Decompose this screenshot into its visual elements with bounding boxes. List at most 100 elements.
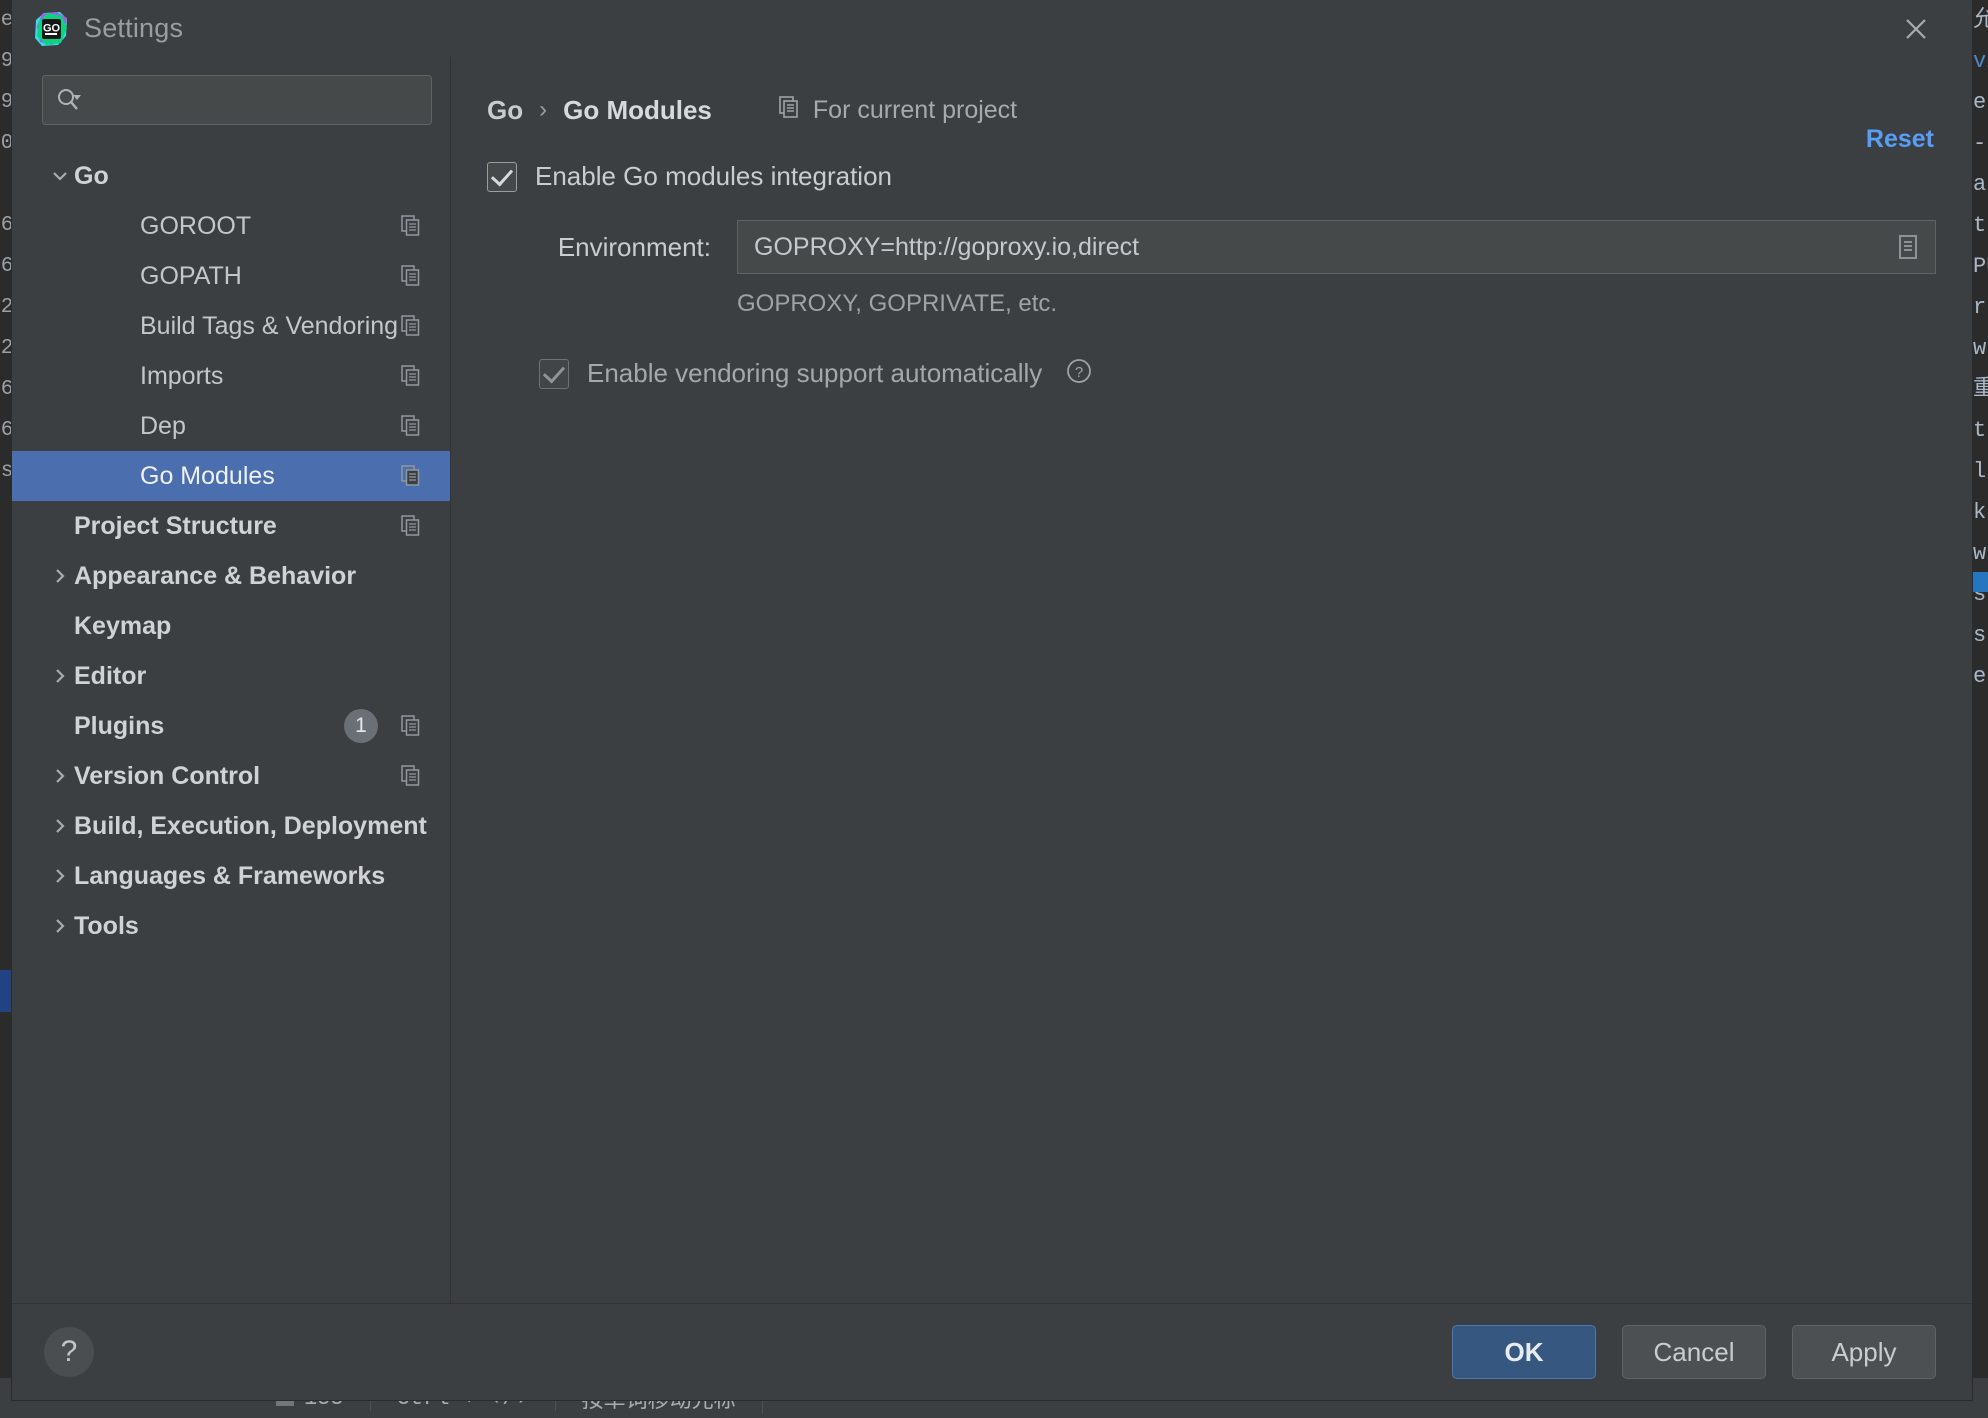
background-code-line: w (1972, 328, 1988, 369)
background-editor-right-strip: 允vie-ait.PUTruw重tlkwsse (1972, 0, 1988, 1418)
breadcrumb-leaf: Go Modules (563, 95, 712, 126)
sidebar-item-label: Tools (74, 912, 139, 941)
sidebar-item-go-modules[interactable]: Go Modules (12, 451, 450, 501)
chevron-right-icon[interactable] (46, 915, 74, 937)
sidebar-item-label: Imports (140, 362, 223, 391)
copy-settings-icon[interactable] (401, 265, 423, 287)
sidebar-item-keymap[interactable]: Keymap (12, 601, 450, 651)
copy-settings-icon[interactable] (401, 765, 423, 787)
edit-list-icon[interactable] (1891, 230, 1925, 264)
environment-hint: GOPROXY, GOPRIVATE, etc. (487, 290, 1972, 318)
enable-go-modules-row[interactable]: Enable Go modules integration (487, 161, 1972, 192)
project-scope-label: For current project (813, 96, 1017, 125)
settings-sidebar: Go GOROOT GOPATH Build Tags & Vendoring Impo… (12, 57, 451, 1303)
chevron-down-icon[interactable] (46, 165, 74, 187)
ok-button[interactable]: OK (1452, 1325, 1596, 1379)
sidebar-item-label: Version Control (74, 762, 260, 791)
background-code-line: ru (1972, 287, 1988, 328)
chevron-right-icon[interactable] (46, 865, 74, 887)
enable-vendoring-label: Enable vendoring support automatically (587, 358, 1042, 389)
dialog-title-bar: GO Settings (12, 0, 1972, 57)
sidebar-item-label: Editor (74, 662, 146, 691)
svg-text:?: ? (1075, 364, 1083, 381)
background-code-line: t (1972, 410, 1988, 451)
sidebar-item-imports[interactable]: Imports (12, 351, 450, 401)
sidebar-item-go[interactable]: Go (12, 151, 450, 201)
sidebar-item-appearance-behavior[interactable]: Appearance & Behavior (12, 551, 450, 601)
project-scope[interactable]: For current project (778, 95, 1017, 126)
search-icon (55, 86, 83, 114)
background-code-line: s (1972, 615, 1988, 656)
enable-vendoring-checkbox[interactable] (539, 359, 569, 389)
cancel-button[interactable]: Cancel (1622, 1325, 1766, 1379)
breadcrumb-root[interactable]: Go (487, 95, 523, 126)
sidebar-item-label: Go Modules (140, 462, 275, 491)
background-code-line: k (1972, 492, 1988, 533)
sidebar-item-dep[interactable]: Dep (12, 401, 450, 451)
background-code-line: PUT (1972, 246, 1988, 287)
background-code-line: w (1972, 533, 1988, 574)
apply-button[interactable]: Apply (1792, 1325, 1936, 1379)
reset-link[interactable]: Reset (1866, 125, 1934, 154)
environment-input[interactable] (752, 232, 1891, 263)
dialog-body: Go GOROOT GOPATH Build Tags & Vendoring Impo… (12, 57, 1972, 1303)
copy-settings-icon[interactable] (401, 365, 423, 387)
settings-dialog: GO Settings (12, 0, 1972, 1400)
copy-settings-icon[interactable] (401, 465, 423, 487)
environment-row: Environment: (487, 220, 1972, 274)
sidebar-item-label: Dep (140, 412, 186, 441)
sidebar-item-label: Appearance & Behavior (74, 562, 356, 591)
screen-root: et9999087626520296569ss 允vie-ait.PUTruw重… (0, 0, 1988, 1418)
chevron-right-icon[interactable] (46, 765, 74, 787)
sidebar-item-tools[interactable]: Tools (12, 901, 450, 951)
search-input[interactable] (89, 86, 419, 114)
search-box[interactable] (42, 75, 432, 125)
sidebar-item-goroot[interactable]: GOROOT (12, 201, 450, 251)
svg-text:GO: GO (43, 22, 61, 34)
sidebar-item-label: Go (74, 162, 109, 191)
sidebar-item-label: Build Tags & Vendoring (140, 312, 398, 341)
sidebar-item-project-structure[interactable]: Project Structure (12, 501, 450, 551)
sidebar-item-version-control[interactable]: Version Control (12, 751, 450, 801)
copy-project-icon (778, 95, 802, 126)
help-circle-icon[interactable]: ? (1064, 356, 1094, 391)
copy-settings-icon[interactable] (401, 415, 423, 437)
sidebar-item-badge: 1 (344, 709, 378, 743)
sidebar-item-label: GOROOT (140, 212, 251, 241)
background-code-line: - (1972, 123, 1988, 164)
sidebar-item-label: Plugins (74, 712, 164, 741)
copy-settings-icon[interactable] (401, 715, 423, 737)
copy-settings-icon[interactable] (401, 515, 423, 537)
chevron-right-icon[interactable] (46, 565, 74, 587)
sidebar-item-gopath[interactable]: GOPATH (12, 251, 450, 301)
copy-settings-icon[interactable] (401, 315, 423, 337)
background-editor-right-highlight (1972, 572, 1988, 592)
copy-settings-icon[interactable] (401, 215, 423, 237)
vendoring-row[interactable]: Enable vendoring support automatically ? (487, 356, 1972, 391)
settings-main-panel: Go › Go Modules For current project (451, 57, 1972, 1303)
search-container (12, 57, 450, 135)
background-code-line: vi (1972, 41, 1988, 82)
background-code-line: l (1972, 451, 1988, 492)
sidebar-item-plugins[interactable]: Plugins 1 (12, 701, 450, 751)
chevron-right-icon[interactable] (46, 665, 74, 687)
settings-tree: Go GOROOT GOPATH Build Tags & Vendoring Impo… (12, 151, 450, 951)
enable-go-modules-label: Enable Go modules integration (535, 161, 892, 192)
goland-logo-icon: GO (34, 12, 68, 46)
sidebar-item-label: GOPATH (140, 262, 242, 291)
sidebar-item-build-tags-vendoring[interactable]: Build Tags & Vendoring (12, 301, 450, 351)
help-button[interactable]: ? (44, 1327, 94, 1377)
background-code-line: e (1972, 656, 1988, 697)
chevron-right-icon[interactable] (46, 815, 74, 837)
enable-go-modules-checkbox[interactable] (487, 162, 517, 192)
sidebar-item-label: Build, Execution, Deployment (74, 812, 427, 841)
dialog-title: Settings (84, 13, 183, 44)
sidebar-item-build-execution-deployment[interactable]: Build, Execution, Deployment (12, 801, 450, 851)
sidebar-item-editor[interactable]: Editor (12, 651, 450, 701)
background-code-line: 允 (1972, 0, 1988, 41)
breadcrumb-separator: › (539, 96, 547, 124)
environment-field[interactable] (737, 220, 1936, 274)
sidebar-item-label: Project Structure (74, 512, 277, 541)
close-icon[interactable] (1896, 9, 1936, 49)
sidebar-item-languages-frameworks[interactable]: Languages & Frameworks (12, 851, 450, 901)
